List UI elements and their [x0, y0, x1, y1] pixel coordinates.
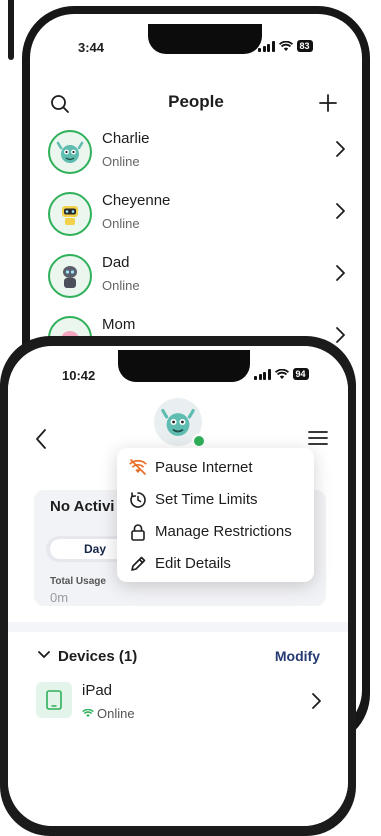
chevron-down-icon[interactable]	[38, 650, 50, 660]
total-usage-label: Total Usage	[50, 576, 106, 587]
menu-item-pause-internet[interactable]: Pause Internet	[117, 451, 314, 483]
chevron-right-icon[interactable]	[310, 692, 322, 710]
battery-icon: 94	[292, 368, 309, 380]
menu-item-set-time-limits[interactable]: Set Time Limits	[117, 483, 314, 515]
devices-title[interactable]: Devices (1)	[58, 648, 137, 665]
lock-icon	[131, 524, 145, 541]
status-bar-icons: 83	[258, 40, 313, 52]
online-status-dot	[192, 434, 206, 448]
wifi-off-icon	[129, 459, 147, 475]
menu-item-manage-restrictions[interactable]: Manage Restrictions	[117, 515, 314, 547]
wifi-icon	[82, 709, 94, 718]
person-row-cheyenne[interactable]: Cheyenne Online	[48, 192, 348, 244]
timer-icon	[130, 492, 146, 508]
total-usage-value: 0m	[50, 590, 69, 605]
back-chevron-icon[interactable]	[34, 428, 48, 450]
chevron-right-icon	[336, 203, 345, 219]
menu-item-label: Pause Internet	[155, 459, 253, 476]
chevron-right-icon	[336, 141, 345, 157]
monster-avatar-icon	[56, 141, 84, 163]
device-status-label: Online	[97, 706, 135, 721]
device-name[interactable]: iPad	[82, 682, 112, 699]
status-time: 10:42	[62, 368, 96, 383]
signal-icon	[258, 40, 275, 52]
person-name: Cheyenne	[102, 192, 171, 209]
pencil-icon	[131, 556, 146, 571]
avatar	[48, 130, 92, 174]
person-row-dad[interactable]: Dad Online	[48, 254, 348, 306]
person-name: Dad	[102, 254, 130, 271]
people-header: People	[30, 84, 362, 116]
profile-actions-menu: Pause Internet Set Time Limits Manage Re…	[117, 448, 314, 582]
modify-button[interactable]: Modify	[275, 648, 320, 664]
signal-icon	[254, 368, 271, 380]
menu-item-label: Edit Details	[155, 555, 231, 572]
activity-title: No Activi	[50, 498, 115, 515]
monster-avatar-icon	[161, 409, 195, 436]
dynamic-island	[118, 350, 250, 382]
menu-item-edit-details[interactable]: Edit Details	[117, 547, 314, 579]
avatar	[48, 254, 92, 298]
hamburger-menu-icon[interactable]	[308, 430, 328, 446]
status-bar-icons: 94	[254, 368, 309, 380]
page-title: People	[168, 92, 224, 111]
wifi-icon	[278, 40, 293, 51]
dynamic-island	[148, 24, 262, 54]
person-row-charlie[interactable]: Charlie Online	[48, 130, 348, 182]
front-phone-screen: 10:42 94 No Activi Day Total Usage 0m De…	[8, 346, 348, 826]
person-status: Online	[102, 278, 140, 293]
person-status: Online	[102, 216, 140, 231]
battery-icon: 83	[296, 40, 313, 52]
menu-item-label: Manage Restrictions	[155, 523, 292, 540]
menu-item-label: Set Time Limits	[155, 491, 258, 508]
chevron-right-icon	[336, 265, 345, 281]
person-name: Charlie	[102, 130, 150, 147]
charging-cable	[8, 0, 14, 60]
status-time: 3:44	[78, 40, 105, 55]
avatar	[48, 192, 92, 236]
person-status: Online	[102, 154, 140, 169]
robot-avatar-icon	[63, 266, 77, 288]
add-person-icon[interactable]	[318, 93, 338, 113]
person-name: Mom	[102, 316, 136, 333]
tablet-icon	[36, 682, 72, 718]
robot-avatar-icon	[62, 206, 78, 225]
chevron-right-icon	[336, 327, 345, 343]
device-status: Online	[82, 706, 135, 721]
wifi-icon	[274, 368, 289, 379]
